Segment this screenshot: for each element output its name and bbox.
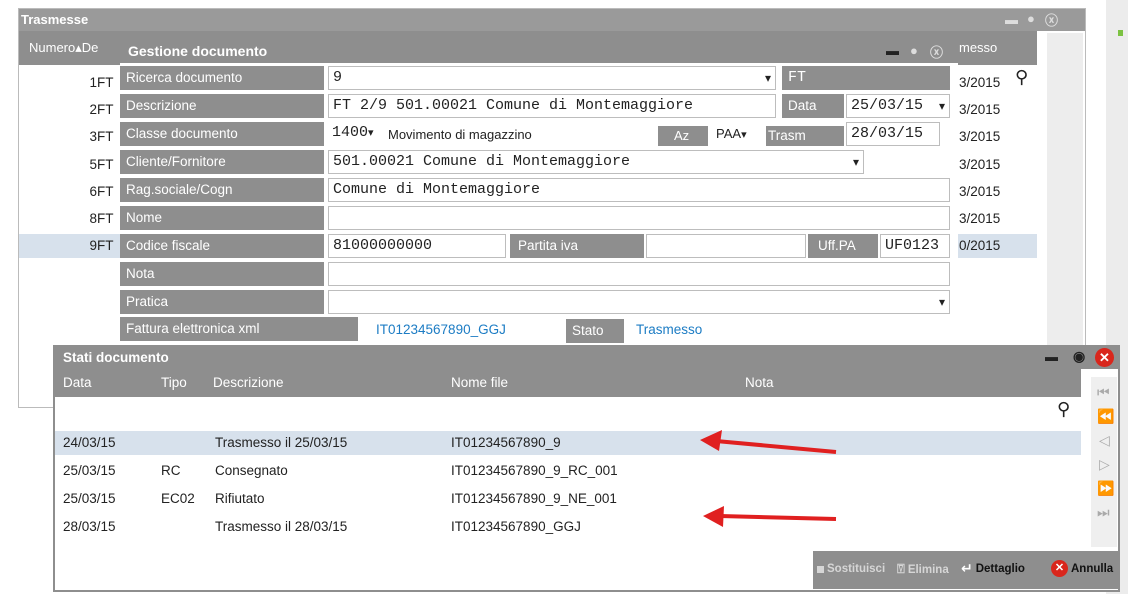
annotation-arrows bbox=[700, 430, 837, 527]
arrow-annotation-1 bbox=[700, 430, 837, 454]
arrow-annotation-2 bbox=[703, 506, 837, 527]
